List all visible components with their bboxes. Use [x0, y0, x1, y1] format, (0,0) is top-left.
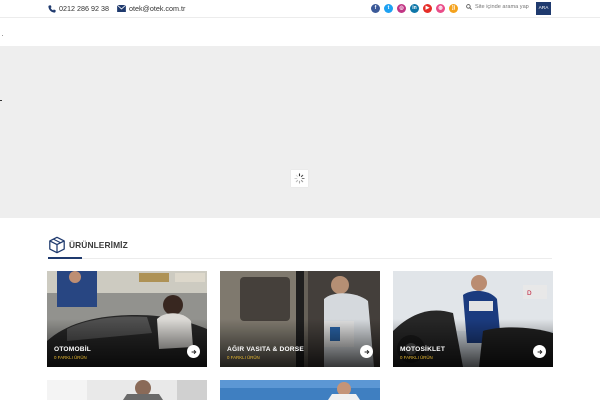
- divider-dot: [2, 35, 3, 36]
- phone-number: 0212 286 92 38: [59, 4, 109, 13]
- box-icon: [49, 236, 65, 254]
- products-heading: ÜRÜNLERİMİZ: [48, 236, 128, 254]
- site-search: [466, 4, 537, 10]
- contact-info: 0212 286 92 38 otek@otek.com.tr: [48, 4, 193, 13]
- twitter-icon[interactable]: t: [384, 4, 393, 13]
- spinner-icon: [294, 173, 305, 184]
- social-links: f t ◎ in ▶ ◍ )): [371, 4, 462, 13]
- card-subtitle: 0 FARKLI ÜRÜN: [227, 355, 260, 360]
- slider-edge-mark: [0, 100, 2, 101]
- heading-divider: [48, 258, 552, 259]
- loading-spinner: [291, 170, 308, 187]
- envelope-icon: [116, 5, 126, 12]
- search-input[interactable]: [475, 4, 537, 10]
- card-subtitle: 0 FARKLI ÜRÜN: [54, 355, 87, 360]
- card-arrow-button[interactable]: [187, 345, 200, 358]
- linkedin-icon[interactable]: in: [410, 4, 419, 13]
- card-arrow-button[interactable]: [360, 345, 373, 358]
- email-address: otek@otek.com.tr: [128, 4, 186, 13]
- product-card-partial-1[interactable]: [47, 380, 207, 400]
- phone-icon: [48, 4, 56, 13]
- heading-accent: [48, 257, 82, 259]
- card-image: [220, 380, 380, 400]
- card-title: MOTOSİKLET: [400, 346, 446, 353]
- email-link[interactable]: otek@otek.com.tr: [116, 4, 186, 13]
- arrow-right-icon: [191, 349, 196, 354]
- section-title: ÜRÜNLERİMİZ: [69, 240, 128, 250]
- arrow-right-icon: [364, 349, 369, 354]
- facebook-icon[interactable]: f: [371, 4, 380, 13]
- youtube-icon[interactable]: ▶: [423, 4, 432, 13]
- hero-slider[interactable]: [0, 46, 600, 218]
- card-image: [47, 380, 207, 400]
- instagram-icon[interactable]: ◎: [397, 4, 406, 13]
- top-bar: 0212 286 92 38 otek@otek.com.tr f t ◎ in…: [0, 0, 600, 18]
- dribbble-icon[interactable]: ◍: [436, 4, 445, 13]
- product-card-partial-2[interactable]: [220, 380, 380, 400]
- card-subtitle: 0 FARKLI ÜRÜN: [400, 355, 433, 360]
- search-icon: [466, 4, 472, 10]
- product-card-motosiklet[interactable]: D MOTOSİKLET 0 FARKLI ÜRÜN: [393, 271, 553, 367]
- search-button[interactable]: ARA: [536, 2, 551, 15]
- product-card-otomobil[interactable]: OTOMOBİL 0 FARKLI ÜRÜN: [47, 271, 207, 367]
- product-card-agir-vasita[interactable]: AĞIR VASITA & DORSE 0 FARKLI ÜRÜN: [220, 271, 380, 367]
- card-arrow-button[interactable]: [533, 345, 546, 358]
- card-title: OTOMOBİL: [54, 346, 92, 353]
- arrow-right-icon: [537, 349, 542, 354]
- card-title: AĞIR VASITA & DORSE: [227, 346, 304, 353]
- phone-link[interactable]: 0212 286 92 38: [48, 4, 109, 13]
- rss-icon[interactable]: )): [449, 4, 458, 13]
